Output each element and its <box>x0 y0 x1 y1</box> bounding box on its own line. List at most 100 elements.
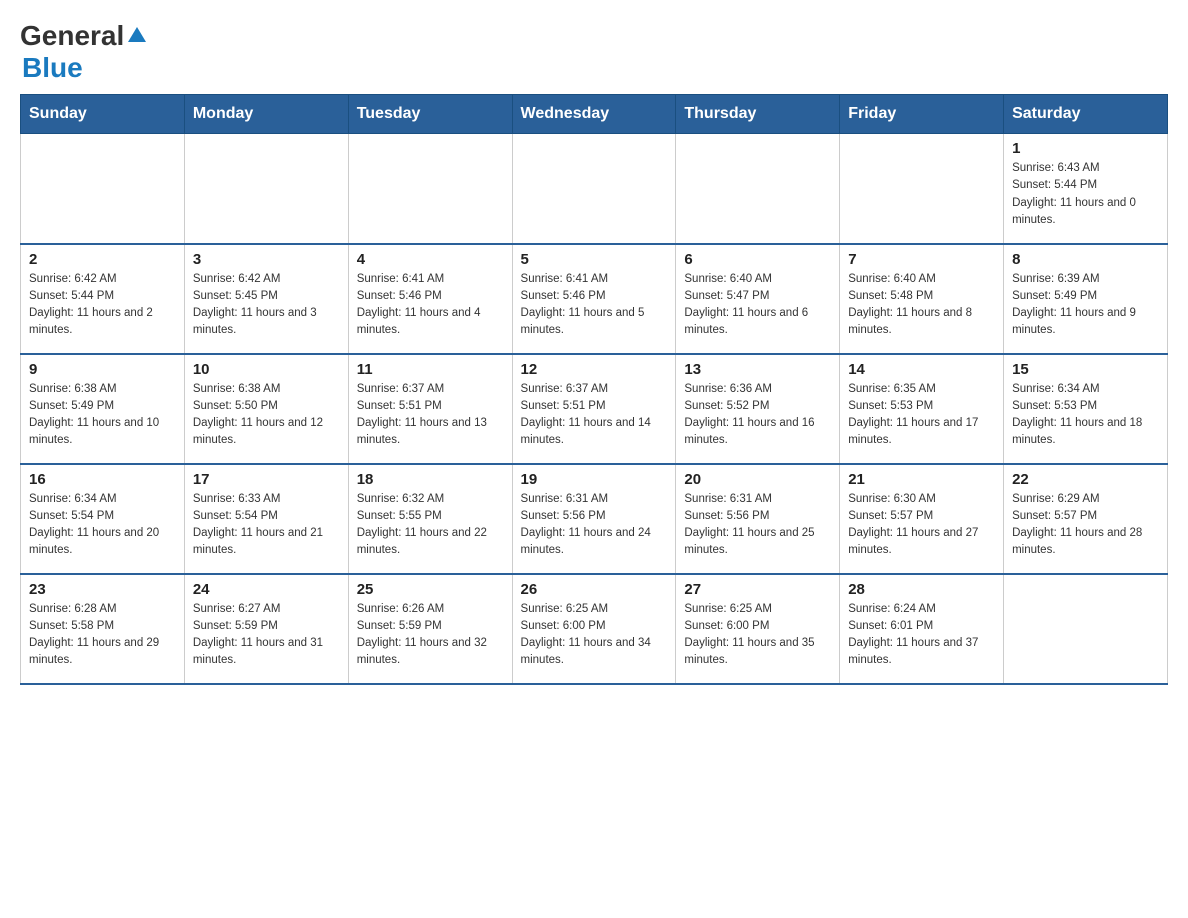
day-info: Sunrise: 6:41 AM Sunset: 5:46 PM Dayligh… <box>357 271 504 340</box>
day-number: 23 <box>29 581 176 598</box>
calendar-day-cell: 7 Sunrise: 6:40 AM Sunset: 5:48 PM Daylig… <box>840 244 1004 354</box>
day-info: Sunrise: 6:37 AM Sunset: 5:51 PM Dayligh… <box>357 381 504 450</box>
weekday-header-row: SundayMondayTuesdayWednesdayThursdayFrid… <box>21 95 1168 134</box>
calendar-empty-cell <box>184 134 348 244</box>
day-info: Sunrise: 6:42 AM Sunset: 5:45 PM Dayligh… <box>193 271 340 340</box>
calendar-day-cell: 25 Sunrise: 6:26 AM Sunset: 5:59 PM Dayli… <box>348 574 512 684</box>
day-number: 25 <box>357 581 504 598</box>
day-number: 19 <box>521 471 668 488</box>
day-number: 4 <box>357 251 504 268</box>
day-number: 15 <box>1012 361 1159 378</box>
weekday-header-saturday: Saturday <box>1004 95 1168 134</box>
day-number: 18 <box>357 471 504 488</box>
calendar-week-row: 23 Sunrise: 6:28 AM Sunset: 5:58 PM Dayli… <box>21 574 1168 684</box>
day-number: 24 <box>193 581 340 598</box>
page-header: GeneralBlue <box>20 20 1168 84</box>
day-number: 13 <box>684 361 831 378</box>
day-number: 14 <box>848 361 995 378</box>
calendar-day-cell: 26 Sunrise: 6:25 AM Sunset: 6:00 PM Dayli… <box>512 574 676 684</box>
day-number: 2 <box>29 251 176 268</box>
calendar-day-cell: 10 Sunrise: 6:38 AM Sunset: 5:50 PM Dayli… <box>184 354 348 464</box>
calendar-day-cell: 16 Sunrise: 6:34 AM Sunset: 5:54 PM Dayli… <box>21 464 185 574</box>
calendar-day-cell: 1 Sunrise: 6:43 AM Sunset: 5:44 PM Daylig… <box>1004 134 1168 244</box>
logo-blue-text: Blue <box>20 52 83 84</box>
day-info: Sunrise: 6:34 AM Sunset: 5:53 PM Dayligh… <box>1012 381 1159 450</box>
day-info: Sunrise: 6:25 AM Sunset: 6:00 PM Dayligh… <box>684 601 831 670</box>
day-info: Sunrise: 6:33 AM Sunset: 5:54 PM Dayligh… <box>193 491 340 560</box>
calendar-day-cell: 17 Sunrise: 6:33 AM Sunset: 5:54 PM Dayli… <box>184 464 348 574</box>
calendar-empty-cell <box>1004 574 1168 684</box>
day-info: Sunrise: 6:37 AM Sunset: 5:51 PM Dayligh… <box>521 381 668 450</box>
day-number: 28 <box>848 581 995 598</box>
day-number: 26 <box>521 581 668 598</box>
day-info: Sunrise: 6:27 AM Sunset: 5:59 PM Dayligh… <box>193 601 340 670</box>
calendar-day-cell: 13Sunrise: 6:36 AM Sunset: 5:52 PM Dayli… <box>676 354 840 464</box>
calendar-day-cell: 2 Sunrise: 6:42 AM Sunset: 5:44 PM Daylig… <box>21 244 185 354</box>
day-number: 6 <box>684 251 831 268</box>
day-number: 12 <box>521 361 668 378</box>
day-number: 27 <box>684 581 831 598</box>
calendar-empty-cell <box>512 134 676 244</box>
calendar-day-cell: 27 Sunrise: 6:25 AM Sunset: 6:00 PM Dayli… <box>676 574 840 684</box>
day-number: 9 <box>29 361 176 378</box>
calendar-day-cell: 22 Sunrise: 6:29 AM Sunset: 5:57 PM Dayli… <box>1004 464 1168 574</box>
weekday-header-monday: Monday <box>184 95 348 134</box>
calendar-week-row: 16 Sunrise: 6:34 AM Sunset: 5:54 PM Dayli… <box>21 464 1168 574</box>
day-info: Sunrise: 6:38 AM Sunset: 5:50 PM Dayligh… <box>193 381 340 450</box>
day-info: Sunrise: 6:31 AM Sunset: 5:56 PM Dayligh… <box>684 491 831 560</box>
day-info: Sunrise: 6:26 AM Sunset: 5:59 PM Dayligh… <box>357 601 504 670</box>
calendar-day-cell: 9 Sunrise: 6:38 AM Sunset: 5:49 PM Daylig… <box>21 354 185 464</box>
calendar-day-cell: 4 Sunrise: 6:41 AM Sunset: 5:46 PM Daylig… <box>348 244 512 354</box>
weekday-header-sunday: Sunday <box>21 95 185 134</box>
day-info: Sunrise: 6:35 AM Sunset: 5:53 PM Dayligh… <box>848 381 995 450</box>
day-info: Sunrise: 6:28 AM Sunset: 5:58 PM Dayligh… <box>29 601 176 670</box>
calendar-day-cell: 14 Sunrise: 6:35 AM Sunset: 5:53 PM Dayli… <box>840 354 1004 464</box>
day-number: 21 <box>848 471 995 488</box>
calendar-table: SundayMondayTuesdayWednesdayThursdayFrid… <box>20 94 1168 685</box>
calendar-day-cell: 19 Sunrise: 6:31 AM Sunset: 5:56 PM Dayli… <box>512 464 676 574</box>
day-number: 22 <box>1012 471 1159 488</box>
day-number: 1 <box>1012 140 1159 157</box>
calendar-day-cell: 23 Sunrise: 6:28 AM Sunset: 5:58 PM Dayli… <box>21 574 185 684</box>
calendar-day-cell: 24 Sunrise: 6:27 AM Sunset: 5:59 PM Dayli… <box>184 574 348 684</box>
day-info: Sunrise: 6:43 AM Sunset: 5:44 PM Dayligh… <box>1012 160 1159 229</box>
calendar-empty-cell <box>676 134 840 244</box>
logo: GeneralBlue <box>20 20 146 84</box>
day-info: Sunrise: 6:38 AM Sunset: 5:49 PM Dayligh… <box>29 381 176 450</box>
calendar-empty-cell <box>840 134 1004 244</box>
calendar-day-cell: 15 Sunrise: 6:34 AM Sunset: 5:53 PM Dayli… <box>1004 354 1168 464</box>
day-number: 7 <box>848 251 995 268</box>
day-info: Sunrise: 6:25 AM Sunset: 6:00 PM Dayligh… <box>521 601 668 670</box>
day-number: 10 <box>193 361 340 378</box>
day-number: 20 <box>684 471 831 488</box>
day-info: Sunrise: 6:32 AM Sunset: 5:55 PM Dayligh… <box>357 491 504 560</box>
day-number: 5 <box>521 251 668 268</box>
day-number: 11 <box>357 361 504 378</box>
day-info: Sunrise: 6:41 AM Sunset: 5:46 PM Dayligh… <box>521 271 668 340</box>
day-number: 17 <box>193 471 340 488</box>
day-info: Sunrise: 6:39 AM Sunset: 5:49 PM Dayligh… <box>1012 271 1159 340</box>
weekday-header-wednesday: Wednesday <box>512 95 676 134</box>
logo-general-text: General <box>20 20 124 52</box>
weekday-header-thursday: Thursday <box>676 95 840 134</box>
calendar-day-cell: 18 Sunrise: 6:32 AM Sunset: 5:55 PM Dayli… <box>348 464 512 574</box>
day-number: 16 <box>29 471 176 488</box>
logo-triangle-icon <box>128 27 146 42</box>
calendar-empty-cell <box>21 134 185 244</box>
day-info: Sunrise: 6:40 AM Sunset: 5:48 PM Dayligh… <box>848 271 995 340</box>
calendar-day-cell: 21 Sunrise: 6:30 AM Sunset: 5:57 PM Dayli… <box>840 464 1004 574</box>
calendar-day-cell: 28Sunrise: 6:24 AM Sunset: 6:01 PM Dayli… <box>840 574 1004 684</box>
day-number: 3 <box>193 251 340 268</box>
calendar-day-cell: 8Sunrise: 6:39 AM Sunset: 5:49 PM Daylig… <box>1004 244 1168 354</box>
weekday-header-tuesday: Tuesday <box>348 95 512 134</box>
calendar-week-row: 1 Sunrise: 6:43 AM Sunset: 5:44 PM Daylig… <box>21 134 1168 244</box>
day-info: Sunrise: 6:30 AM Sunset: 5:57 PM Dayligh… <box>848 491 995 560</box>
day-info: Sunrise: 6:40 AM Sunset: 5:47 PM Dayligh… <box>684 271 831 340</box>
day-info: Sunrise: 6:42 AM Sunset: 5:44 PM Dayligh… <box>29 271 176 340</box>
day-info: Sunrise: 6:29 AM Sunset: 5:57 PM Dayligh… <box>1012 491 1159 560</box>
calendar-day-cell: 20 Sunrise: 6:31 AM Sunset: 5:56 PM Dayli… <box>676 464 840 574</box>
day-info: Sunrise: 6:34 AM Sunset: 5:54 PM Dayligh… <box>29 491 176 560</box>
calendar-empty-cell <box>348 134 512 244</box>
day-info: Sunrise: 6:31 AM Sunset: 5:56 PM Dayligh… <box>521 491 668 560</box>
calendar-week-row: 2 Sunrise: 6:42 AM Sunset: 5:44 PM Daylig… <box>21 244 1168 354</box>
